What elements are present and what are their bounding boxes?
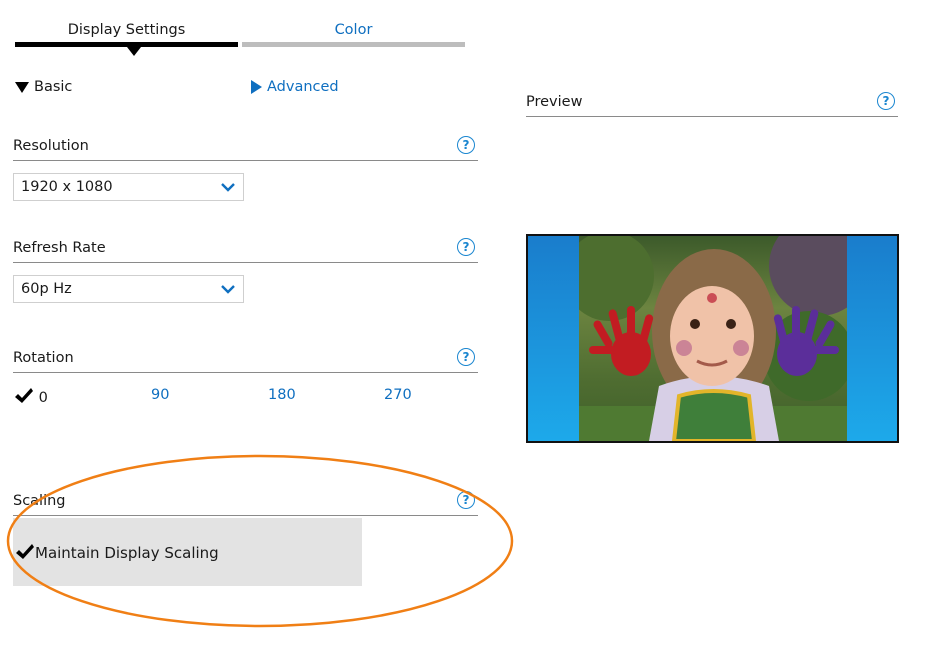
child-photo-illustration xyxy=(579,236,847,441)
chevron-down-icon xyxy=(221,285,235,294)
advanced-toggle[interactable]: Advanced xyxy=(251,79,339,95)
refresh-rate-help-icon[interactable]: ? xyxy=(457,238,475,256)
scaling-help-icon[interactable]: ? xyxy=(457,491,475,509)
scaling-header: Scaling ? xyxy=(13,491,478,516)
rotation-header: Rotation ? xyxy=(13,348,478,373)
preview-header: Preview ? xyxy=(526,92,898,117)
resolution-value: 1920 x 1080 xyxy=(21,179,113,195)
rotation-option-0[interactable]: 0 xyxy=(14,387,48,406)
tab-display-settings-label: Display Settings xyxy=(67,22,186,38)
preview-image-frame xyxy=(526,234,899,443)
tab-color-label: Color xyxy=(334,22,373,38)
resolution-dropdown[interactable]: 1920 x 1080 xyxy=(13,173,244,201)
refresh-rate-value: 60p Hz xyxy=(21,281,72,297)
scaling-title: Scaling xyxy=(13,493,66,509)
advanced-label: Advanced xyxy=(267,79,339,95)
tab-pointer-icon xyxy=(127,47,141,56)
refresh-rate-dropdown[interactable]: 60p Hz xyxy=(13,275,244,303)
checkmark-icon xyxy=(16,544,34,559)
rotation-help-icon[interactable]: ? xyxy=(457,348,475,366)
maintain-display-scaling-label: Maintain Display Scaling xyxy=(35,544,219,562)
triangle-down-icon xyxy=(15,81,29,93)
preview-help-icon[interactable]: ? xyxy=(877,92,895,110)
tab-display-settings[interactable]: Display Settings xyxy=(15,18,238,48)
maintain-display-scaling-option[interactable]: Maintain Display Scaling xyxy=(13,518,362,586)
basic-label: Basic xyxy=(34,79,73,95)
tab-inactive-indicator xyxy=(242,42,465,47)
preview-title: Preview xyxy=(526,94,583,110)
checkmark-icon xyxy=(15,388,33,403)
rotation-option-270[interactable]: 270 xyxy=(384,387,412,403)
resolution-help-icon[interactable]: ? xyxy=(457,136,475,154)
refresh-rate-header: Refresh Rate ? xyxy=(13,238,478,263)
preview-photo xyxy=(579,236,847,441)
refresh-rate-title: Refresh Rate xyxy=(13,240,106,256)
rotation-title: Rotation xyxy=(13,350,74,366)
resolution-title: Resolution xyxy=(13,138,89,154)
basic-toggle[interactable]: Basic xyxy=(15,79,72,95)
triangle-right-icon xyxy=(251,80,262,94)
resolution-header: Resolution ? xyxy=(13,136,478,161)
rotation-option-label: 0 xyxy=(38,390,48,406)
tab-color[interactable]: Color xyxy=(242,18,465,48)
rotation-option-180[interactable]: 180 xyxy=(268,387,296,403)
chevron-down-icon xyxy=(221,183,235,192)
rotation-option-90[interactable]: 90 xyxy=(151,387,169,403)
